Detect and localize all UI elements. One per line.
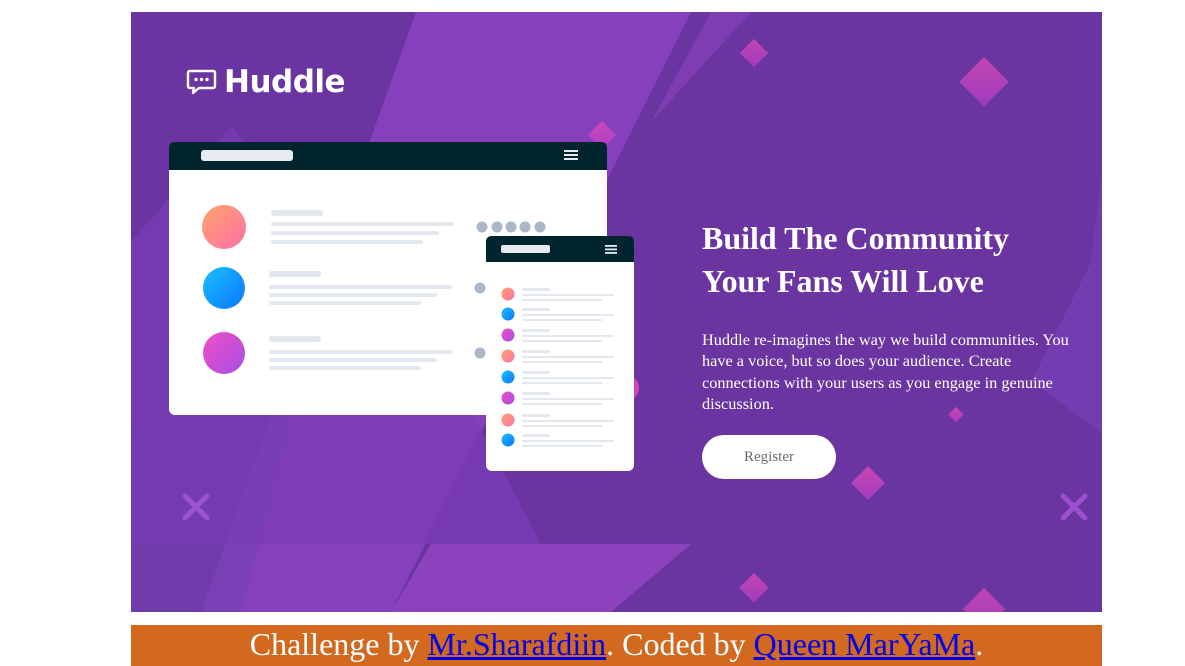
huddle-logo[interactable]: Huddle bbox=[186, 64, 346, 100]
logo-wordmark: Huddle bbox=[224, 64, 346, 100]
app-mockup-illustration bbox=[169, 142, 634, 471]
attribution-suffix: . bbox=[975, 626, 984, 662]
chat-bubble-icon bbox=[186, 69, 217, 94]
attribution-middle: . Coded by bbox=[606, 626, 754, 662]
hero-description: Huddle re-imagines the way we build comm… bbox=[702, 330, 1069, 413]
attribution-prefix: Challenge by bbox=[249, 626, 428, 662]
hero-headline: Build The Community Your Fans Will Love bbox=[702, 220, 1010, 299]
attribution-footer: Challenge by Mr.Sharafdiin. Coded by Que… bbox=[131, 625, 1102, 666]
challenge-author-link[interactable]: Mr.Sharafdiin bbox=[427, 626, 606, 662]
coder-link[interactable]: Queen MarYaMa bbox=[754, 626, 976, 662]
register-button[interactable]: Register bbox=[702, 435, 836, 479]
hero-section: Huddle Build The Community Your Fans Wil… bbox=[131, 12, 1102, 612]
